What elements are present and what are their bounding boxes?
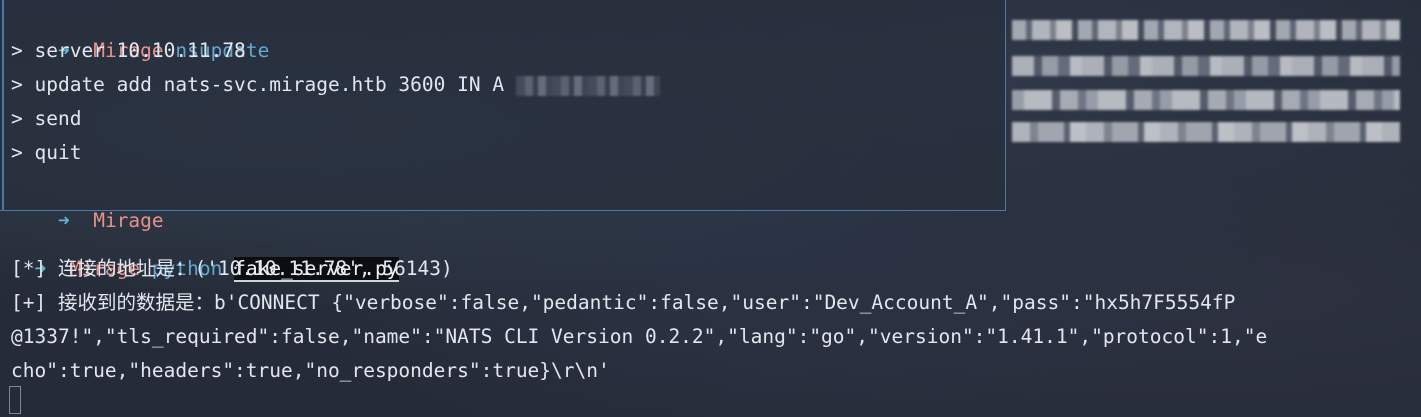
output-line: cho":true,"headers":true,"no_responders"… [11,359,610,382]
prompt-line: ➜ Mirage [11,170,164,232]
redacted-ip [515,75,660,96]
output-line: > quit [11,141,82,164]
pane-left-border [2,0,4,211]
output-line: > send [11,107,82,130]
prompt-line: ➜ Mirage nsupdate [11,0,269,62]
output-line: > server 10.10.11.78 [11,39,246,62]
prompt-line: ➜ Mirage python fake_server.py [11,218,399,282]
terminal-cursor[interactable] [9,386,21,414]
terminal-pane-top[interactable]: ➜ Mirage nsupdate > server 10.10.11.78 >… [0,0,1006,232]
redacted-text-block [1012,90,1400,110]
output-text: > update add nats-svc.mirage.htb 3600 IN… [11,73,505,96]
output-line: @1337!","tls_required":false,"name":"NAT… [11,325,1268,348]
redacted-text-block [1012,20,1400,40]
output-line: [+] 接收到的数据是：b'CONNECT {"verbose":false,"… [11,291,1236,314]
redacted-text-block [1012,122,1400,142]
output-line: [*] 连接的地址是：('10.10.11.78', 56143) [11,257,453,280]
output-line: > update add nats-svc.mirage.htb 3600 IN… [11,68,660,102]
redacted-text-block [1012,56,1400,76]
